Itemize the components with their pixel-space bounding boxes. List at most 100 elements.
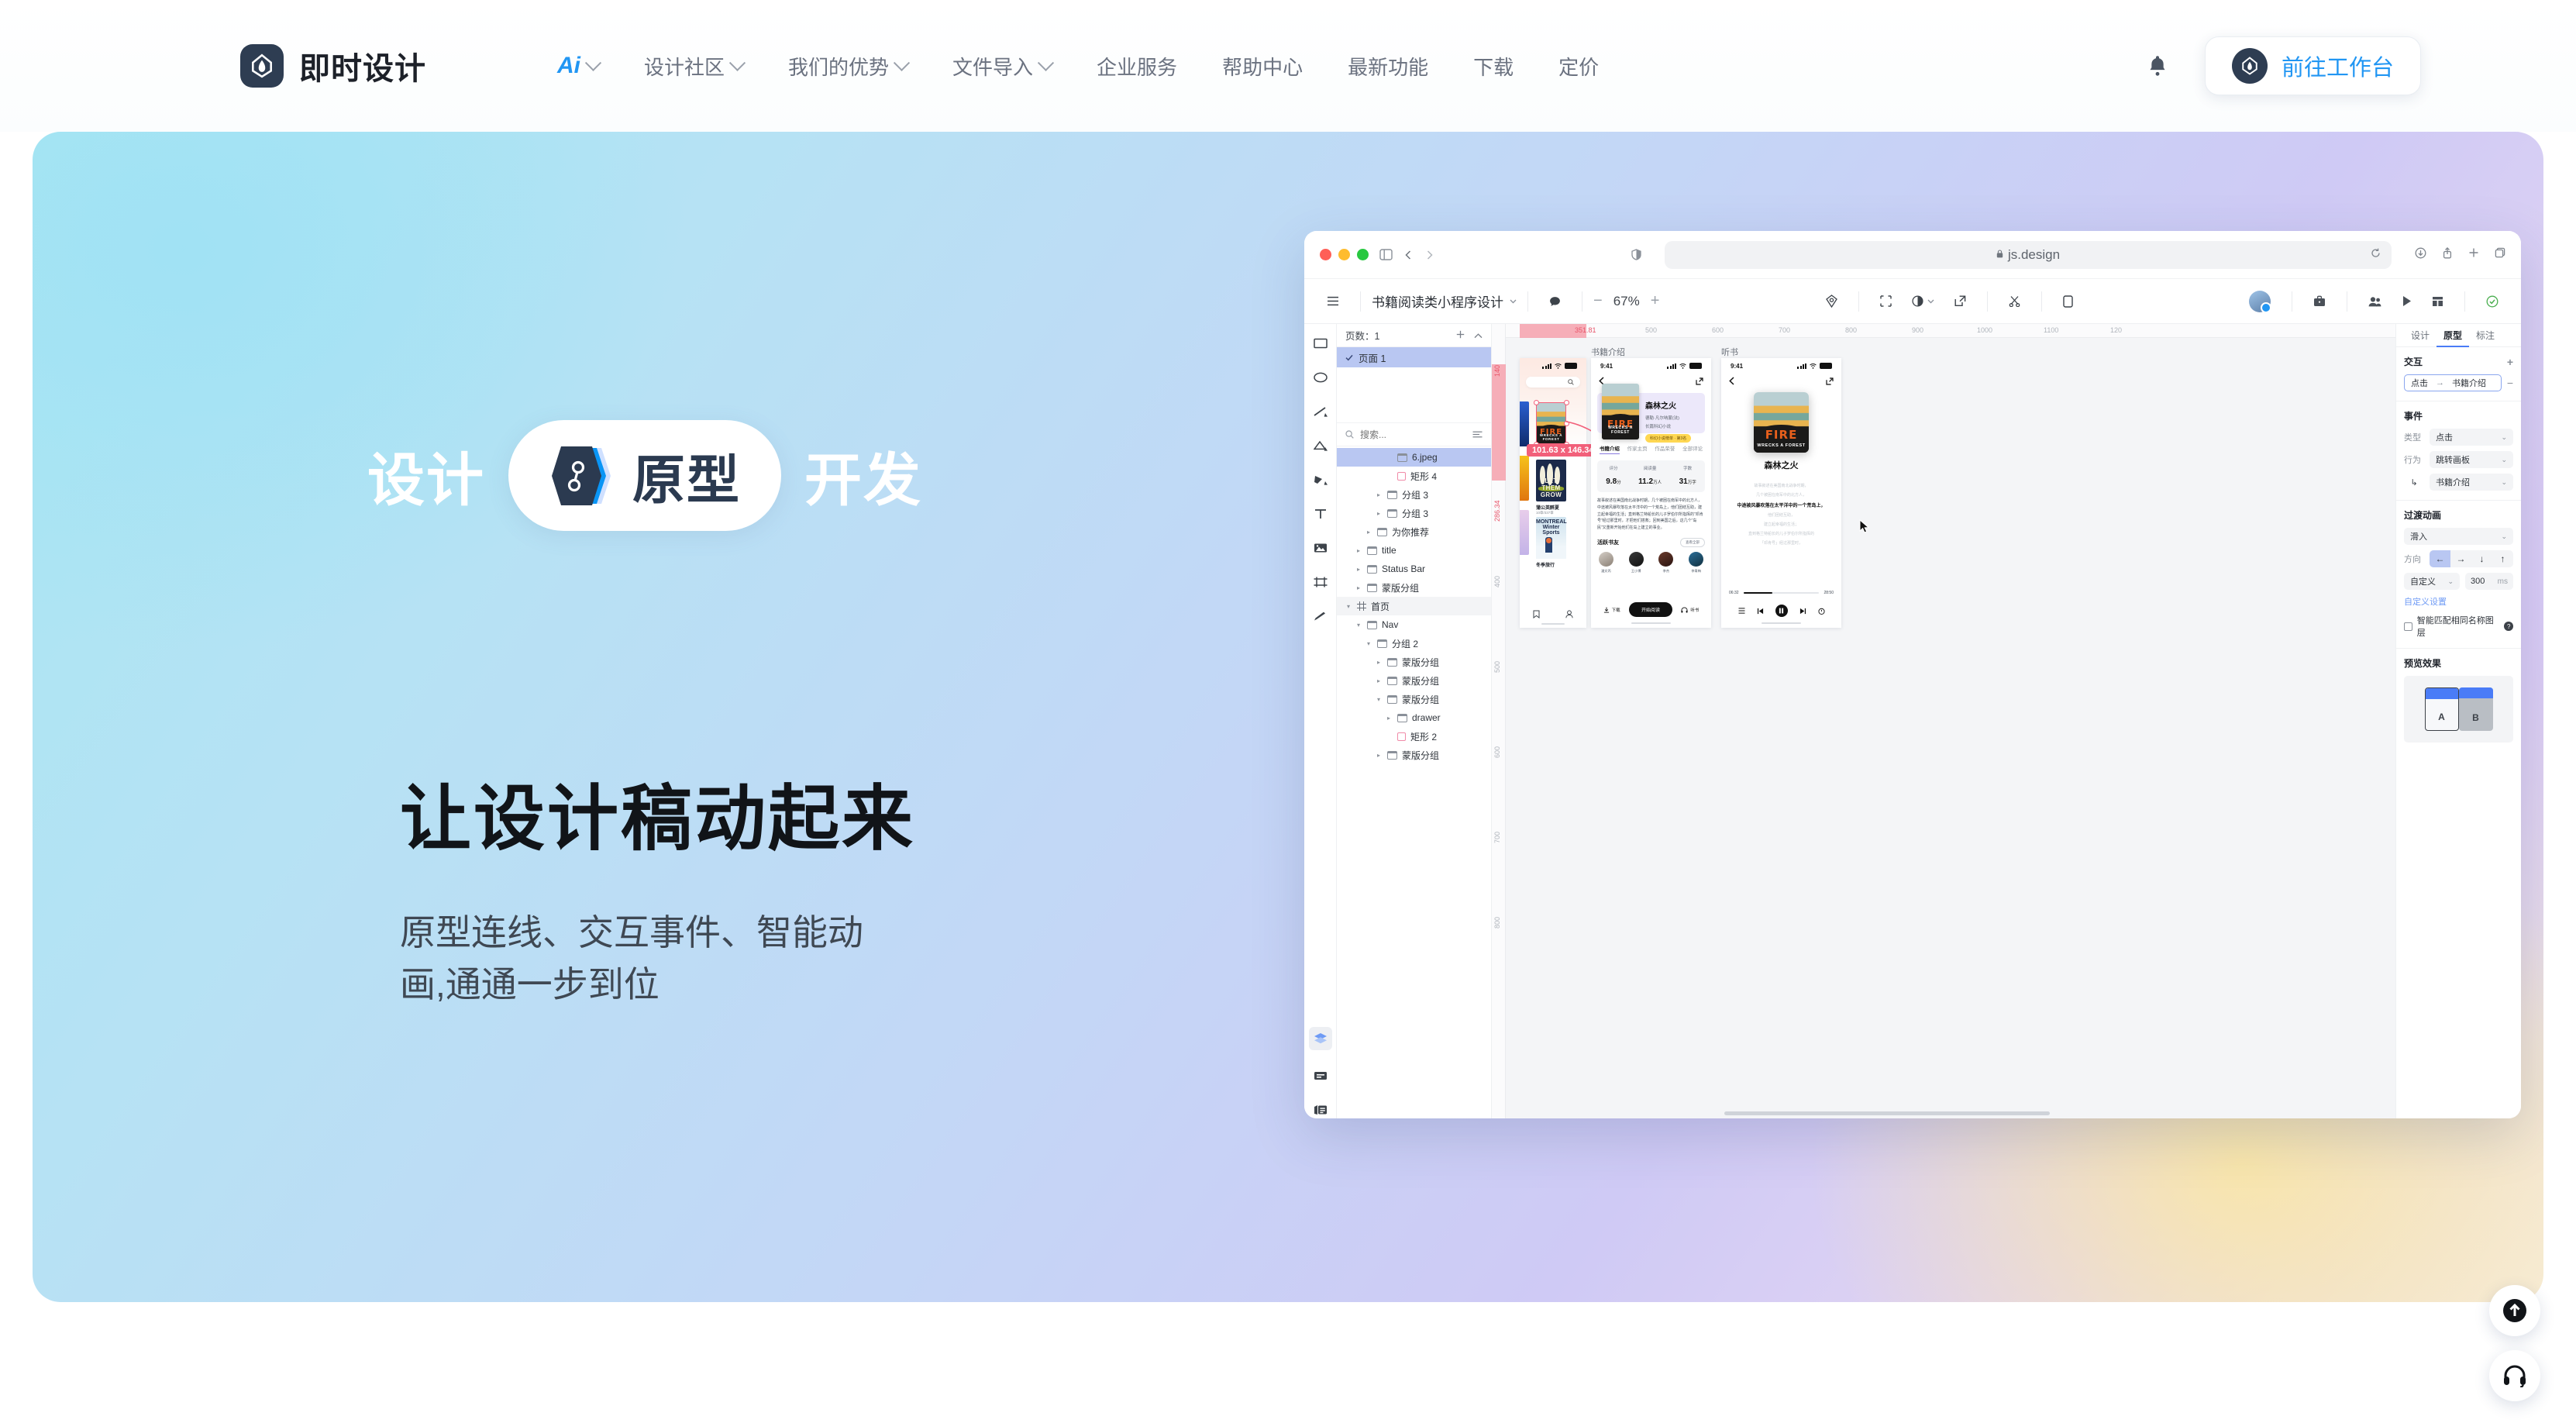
resize-handle-tr[interactable]	[1563, 399, 1569, 405]
select-frame-icon[interactable]	[1870, 295, 1902, 307]
image-tool[interactable]	[1312, 539, 1329, 556]
artboard-label-listen[interactable]: 听书	[1721, 346, 1738, 358]
layer-row[interactable]: 矩形 2	[1337, 727, 1491, 746]
event-action-select[interactable]: 跳转画板 ⌄	[2430, 451, 2513, 468]
layer-row[interactable]: ▸ title	[1337, 541, 1491, 560]
layer-row[interactable]: 矩形 4	[1337, 467, 1491, 485]
share-icon[interactable]	[1826, 377, 1834, 385]
assets-panel[interactable]	[1312, 1101, 1329, 1118]
list-icon[interactable]	[1738, 608, 1745, 614]
line-tool[interactable]	[1312, 403, 1329, 420]
tab-comments[interactable]: 全部评论	[1682, 444, 1703, 454]
share-icon[interactable]	[2442, 246, 2453, 263]
transition-select[interactable]: 滑入 ⌄	[2404, 528, 2513, 545]
profile-icon[interactable]	[1565, 610, 1573, 618]
layer-disclosure-icon[interactable]: ▾	[1365, 640, 1372, 647]
download-icon[interactable]	[2415, 247, 2426, 263]
comment-icon[interactable]	[1539, 296, 1571, 307]
tab-author[interactable]: 作家主页	[1627, 444, 1648, 454]
prev-icon[interactable]	[1757, 608, 1764, 615]
smart-match-row[interactable]: 智能匹配相同名称图层 ?	[2404, 614, 2513, 639]
layer-disclosure-icon[interactable]: ▸	[1375, 510, 1383, 517]
nav-item-community[interactable]: 设计社区	[622, 52, 766, 81]
close-window-dot[interactable]	[1320, 249, 1331, 260]
layer-disclosure-icon[interactable]: ▸	[1375, 677, 1383, 684]
add-page-button[interactable]	[1456, 330, 1465, 341]
tab-prototype[interactable]: 原型	[2437, 324, 2470, 347]
tab-intro[interactable]: 书籍介绍	[1599, 444, 1620, 454]
event-target-select[interactable]: 书籍介绍 ⌄	[2430, 474, 2513, 491]
layer-disclosure-icon[interactable]: ▸	[1355, 547, 1362, 554]
pencil-tool[interactable]	[1312, 608, 1329, 625]
smart-match-checkbox[interactable]	[2404, 622, 2412, 631]
export-icon[interactable]	[1944, 295, 1976, 307]
layer-row[interactable]: ▸ 蒙版分组	[1337, 671, 1491, 690]
duration-input[interactable]: 300 ms	[2465, 573, 2513, 590]
layer-row[interactable]: ▸ 蒙版分组	[1337, 653, 1491, 671]
play-icon[interactable]	[2392, 295, 2422, 307]
canvas-scrollbar[interactable]	[1724, 1111, 2050, 1115]
layer-row[interactable]: 6.jpeg	[1337, 448, 1491, 467]
resize-handle-tl[interactable]	[1533, 399, 1539, 405]
sidebar-toggle-icon[interactable]	[1379, 249, 1393, 260]
layer-disclosure-icon[interactable]: ▸	[1375, 752, 1383, 759]
nav-item-advantages[interactable]: 我们的优势	[766, 52, 930, 81]
go-to-workspace-button[interactable]: 前往工作台	[2204, 36, 2421, 95]
briefcase-icon[interactable]	[2303, 295, 2336, 307]
tabs-icon[interactable]	[2495, 247, 2505, 262]
layer-row[interactable]: ▸ 蒙版分组	[1337, 746, 1491, 764]
interaction-chip[interactable]: 点击 → 书籍介绍	[2404, 374, 2502, 391]
layer-search[interactable]	[1337, 423, 1491, 446]
tab-design[interactable]: 设计	[2404, 324, 2437, 347]
back-to-top-button[interactable]	[2489, 1285, 2540, 1336]
search-input[interactable]	[1360, 429, 1445, 440]
layout-icon[interactable]	[2422, 296, 2454, 307]
hamburger-icon[interactable]	[1317, 296, 1349, 306]
direction-down-button[interactable]: ↓	[2471, 550, 2492, 567]
event-type-select[interactable]: 点击 ⌄	[2430, 429, 2513, 446]
scissors-icon[interactable]	[1999, 295, 2030, 307]
maximize-window-dot[interactable]	[1357, 249, 1369, 260]
device-preview-icon[interactable]	[2053, 295, 2083, 308]
layer-row[interactable]: ▸ 分组 3	[1337, 485, 1491, 504]
artboard-listen[interactable]: 9:41 FIRE WRECKS A FOREST 森林之火 故事叙述在美国南北…	[1721, 358, 1841, 628]
layer-row[interactable]: ▸ 为你推荐	[1337, 522, 1491, 541]
ellipse-tool[interactable]	[1312, 369, 1329, 386]
design-canvas[interactable]: 140 286.34 400 500 600 700 800 351.81 50…	[1492, 324, 2395, 1118]
layer-row[interactable]: ▸ drawer	[1337, 708, 1491, 727]
add-interaction-button[interactable]: +	[2507, 356, 2513, 368]
chevron-left-icon[interactable]	[1403, 250, 1414, 260]
layer-row[interactable]: ▸ Status Bar	[1337, 560, 1491, 578]
minimize-window-dot[interactable]	[1338, 249, 1350, 260]
pause-icon[interactable]	[1775, 605, 1788, 617]
chevron-up-icon[interactable]	[1474, 330, 1483, 341]
layer-row[interactable]: ▾ 分组 2	[1337, 634, 1491, 653]
layer-row[interactable]: ▾ 蒙版分组	[1337, 690, 1491, 708]
next-icon[interactable]	[1799, 608, 1806, 615]
chevron-right-icon[interactable]	[1424, 250, 1434, 260]
friend-item[interactable]: 李杰	[1658, 551, 1674, 574]
layer-disclosure-icon[interactable]: ▾	[1345, 603, 1352, 610]
nav-item-download[interactable]: 下载	[1451, 52, 1536, 81]
layer-disclosure-icon[interactable]: ▸	[1355, 584, 1362, 591]
layer-disclosure-icon[interactable]: ▾	[1355, 622, 1362, 629]
direction-right-button[interactable]: →	[2450, 550, 2471, 567]
address-bar[interactable]: js.design	[1665, 240, 2392, 269]
layers-panel[interactable]	[1308, 1027, 1332, 1050]
remove-interaction-button[interactable]: −	[2507, 377, 2513, 389]
nav-item-help[interactable]: 帮助中心	[1200, 52, 1325, 81]
component-icon[interactable]	[1902, 295, 1927, 307]
chevron-down-icon[interactable]	[1927, 299, 1944, 304]
custom-settings-link[interactable]: 自定义设置	[2404, 595, 2513, 608]
listen-button[interactable]: 听书	[1681, 606, 1699, 613]
sort-icon[interactable]	[1472, 429, 1483, 440]
artboard-label-detail[interactable]: 书籍介绍	[1591, 346, 1625, 358]
layer-row[interactable]: ▸ 分组 3	[1337, 504, 1491, 522]
timer-icon[interactable]	[1817, 608, 1825, 615]
layer-disclosure-icon[interactable]: ▸	[1355, 566, 1362, 573]
nav-item-import[interactable]: 文件导入	[930, 52, 1074, 81]
nav-item-pricing[interactable]: 定价	[1536, 52, 1621, 81]
zoom-in-button[interactable]: +	[1651, 292, 1660, 310]
zoom-out-button[interactable]: −	[1593, 292, 1603, 310]
friends-view-all[interactable]: 查看全部	[1680, 537, 1705, 547]
